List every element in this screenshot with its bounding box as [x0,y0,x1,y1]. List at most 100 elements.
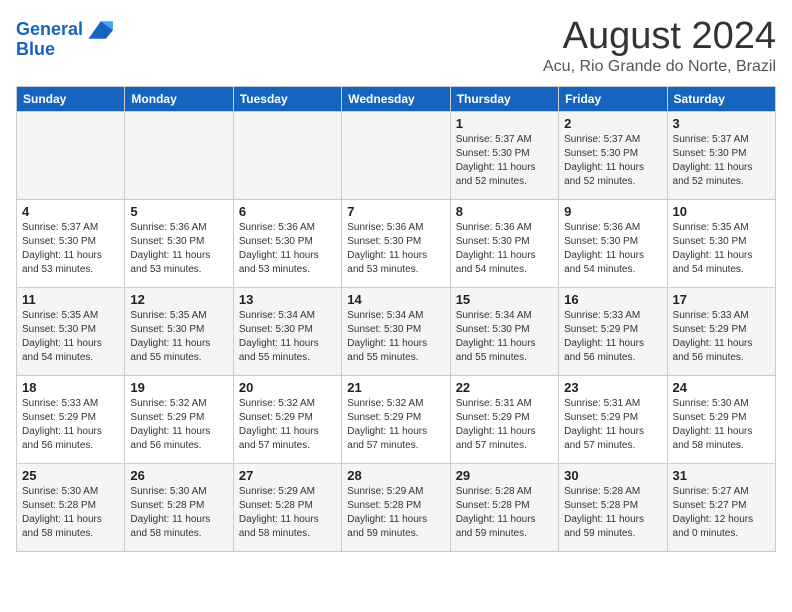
calendar-cell: 21Sunrise: 5:32 AM Sunset: 5:29 PM Dayli… [342,375,450,463]
day-number: 30 [564,468,661,483]
calendar-cell: 22 Sunrise: 5:31 AM Sunset: 5:29 PM Dayli… [450,375,558,463]
day-number: 15 [456,292,553,307]
logo-text: General [16,20,83,40]
day-number: 11 [22,292,119,307]
day-info: Sunrise: 5:29 AM Sunset: 5:28 PM Dayligh… [347,485,444,541]
calendar-cell: 12 Sunrise: 5:35 AM Sunset: 5:30 PM Dayli… [125,287,233,375]
day-number: 22 [456,380,553,395]
calendar-cell: 16 Sunrise: 5:33 AM Sunset: 5:29 PM Dayli… [559,287,667,375]
day-number: 25 [22,468,119,483]
day-info: Sunrise: 5:34 AM Sunset: 5:30 PM Dayligh… [347,309,444,365]
calendar-cell: 26Sunrise: 5:30 AM Sunset: 5:28 PM Dayli… [125,463,233,551]
calendar-cell: 3Sunrise: 5:37 AM Sunset: 5:30 PM Daylig… [667,111,775,199]
day-info: Sunrise: 5:32 AM Sunset: 5:29 PM Dayligh… [130,397,227,453]
day-info: Sunrise: 5:31 AM Sunset: 5:29 PM Dayligh… [456,397,553,453]
day-info: Sunrise: 5:37 AM Sunset: 5:30 PM Dayligh… [564,133,661,189]
day-info: Sunrise: 5:30 AM Sunset: 5:28 PM Dayligh… [22,485,119,541]
calendar-week-row: 18Sunrise: 5:33 AM Sunset: 5:29 PM Dayli… [17,375,776,463]
calendar-cell: 4Sunrise: 5:37 AM Sunset: 5:30 PM Daylig… [17,199,125,287]
day-info: Sunrise: 5:29 AM Sunset: 5:28 PM Dayligh… [239,485,336,541]
calendar-cell: 11 Sunrise: 5:35 AM Sunset: 5:30 PM Dayli… [17,287,125,375]
day-number: 8 [456,204,553,219]
title-block: August 2024 Acu, Rio Grande do Norte, Br… [543,16,776,76]
day-number: 13 [239,292,336,307]
day-info: Sunrise: 5:36 AM Sunset: 5:30 PM Dayligh… [347,221,444,277]
calendar-cell: 18Sunrise: 5:33 AM Sunset: 5:29 PM Dayli… [17,375,125,463]
calendar-cell: 6 Sunrise: 5:36 AM Sunset: 5:30 PM Daylig… [233,199,341,287]
calendar-subtitle: Acu, Rio Grande do Norte, Brazil [543,58,776,76]
logo-icon [85,16,113,44]
calendar-cell: 15 Sunrise: 5:34 AM Sunset: 5:30 PM Dayli… [450,287,558,375]
day-number: 6 [239,204,336,219]
day-info: Sunrise: 5:35 AM Sunset: 5:30 PM Dayligh… [22,309,119,365]
calendar-cell [17,111,125,199]
day-number: 28 [347,468,444,483]
day-number: 5 [130,204,227,219]
day-info: Sunrise: 5:32 AM Sunset: 5:29 PM Dayligh… [239,397,336,453]
calendar-cell: 7 Sunrise: 5:36 AM Sunset: 5:30 PM Daylig… [342,199,450,287]
day-number: 17 [673,292,770,307]
day-number: 27 [239,468,336,483]
day-info: Sunrise: 5:36 AM Sunset: 5:30 PM Dayligh… [130,221,227,277]
day-number: 31 [673,468,770,483]
calendar-cell: 19 Sunrise: 5:32 AM Sunset: 5:29 PM Dayli… [125,375,233,463]
day-info: Sunrise: 5:30 AM Sunset: 5:29 PM Dayligh… [673,397,770,453]
calendar-cell: 31 Sunrise: 5:27 AM Sunset: 5:27 PM Dayli… [667,463,775,551]
header-day-thursday: Thursday [450,86,558,111]
day-info: Sunrise: 5:34 AM Sunset: 5:30 PM Dayligh… [456,309,553,365]
day-info: Sunrise: 5:36 AM Sunset: 5:30 PM Dayligh… [239,221,336,277]
header-day-saturday: Saturday [667,86,775,111]
calendar-cell [125,111,233,199]
calendar-cell: 10Sunrise: 5:35 AM Sunset: 5:30 PM Dayli… [667,199,775,287]
day-info: Sunrise: 5:35 AM Sunset: 5:30 PM Dayligh… [130,309,227,365]
calendar-cell: 27 Sunrise: 5:29 AM Sunset: 5:28 PM Dayli… [233,463,341,551]
day-info: Sunrise: 5:37 AM Sunset: 5:30 PM Dayligh… [456,133,553,189]
day-info: Sunrise: 5:28 AM Sunset: 5:28 PM Dayligh… [564,485,661,541]
calendar-cell: 24 Sunrise: 5:30 AM Sunset: 5:29 PM Dayli… [667,375,775,463]
day-number: 2 [564,116,661,131]
day-number: 29 [456,468,553,483]
calendar-week-row: 1 Sunrise: 5:37 AM Sunset: 5:30 PM Daylig… [17,111,776,199]
calendar-cell: 25 Sunrise: 5:30 AM Sunset: 5:28 PM Dayli… [17,463,125,551]
day-info: Sunrise: 5:33 AM Sunset: 5:29 PM Dayligh… [22,397,119,453]
calendar-cell: 5 Sunrise: 5:36 AM Sunset: 5:30 PM Daylig… [125,199,233,287]
calendar-cell: 23Sunrise: 5:31 AM Sunset: 5:29 PM Dayli… [559,375,667,463]
header: General Blue August 2024 Acu, Rio Grande… [16,16,776,76]
header-day-wednesday: Wednesday [342,86,450,111]
header-day-sunday: Sunday [17,86,125,111]
day-number: 24 [673,380,770,395]
day-info: Sunrise: 5:35 AM Sunset: 5:30 PM Dayligh… [673,221,770,277]
day-info: Sunrise: 5:30 AM Sunset: 5:28 PM Dayligh… [130,485,227,541]
calendar-cell: 8Sunrise: 5:36 AM Sunset: 5:30 PM Daylig… [450,199,558,287]
day-number: 23 [564,380,661,395]
calendar-title: August 2024 [543,16,776,58]
day-info: Sunrise: 5:34 AM Sunset: 5:30 PM Dayligh… [239,309,336,365]
calendar-cell: 2 Sunrise: 5:37 AM Sunset: 5:30 PM Daylig… [559,111,667,199]
day-info: Sunrise: 5:37 AM Sunset: 5:30 PM Dayligh… [673,133,770,189]
calendar-cell: 20 Sunrise: 5:32 AM Sunset: 5:29 PM Dayli… [233,375,341,463]
header-day-tuesday: Tuesday [233,86,341,111]
header-day-friday: Friday [559,86,667,111]
calendar-cell: 1 Sunrise: 5:37 AM Sunset: 5:30 PM Daylig… [450,111,558,199]
day-info: Sunrise: 5:28 AM Sunset: 5:28 PM Dayligh… [456,485,553,541]
day-info: Sunrise: 5:33 AM Sunset: 5:29 PM Dayligh… [564,309,661,365]
calendar-week-row: 25 Sunrise: 5:30 AM Sunset: 5:28 PM Dayli… [17,463,776,551]
calendar-cell: 29 Sunrise: 5:28 AM Sunset: 5:28 PM Dayli… [450,463,558,551]
calendar-cell [233,111,341,199]
calendar-table: SundayMondayTuesdayWednesdayThursdayFrid… [16,86,776,552]
day-number: 7 [347,204,444,219]
calendar-week-row: 4Sunrise: 5:37 AM Sunset: 5:30 PM Daylig… [17,199,776,287]
logo-blue-text: Blue [16,39,55,59]
day-number: 1 [456,116,553,131]
calendar-week-row: 11 Sunrise: 5:35 AM Sunset: 5:30 PM Dayli… [17,287,776,375]
calendar-cell: 28 Sunrise: 5:29 AM Sunset: 5:28 PM Dayli… [342,463,450,551]
day-info: Sunrise: 5:36 AM Sunset: 5:30 PM Dayligh… [564,221,661,277]
logo: General Blue [16,16,113,60]
day-info: Sunrise: 5:37 AM Sunset: 5:30 PM Dayligh… [22,221,119,277]
day-number: 20 [239,380,336,395]
day-number: 19 [130,380,227,395]
day-number: 16 [564,292,661,307]
day-number: 12 [130,292,227,307]
day-info: Sunrise: 5:33 AM Sunset: 5:29 PM Dayligh… [673,309,770,365]
day-info: Sunrise: 5:27 AM Sunset: 5:27 PM Dayligh… [673,485,770,541]
